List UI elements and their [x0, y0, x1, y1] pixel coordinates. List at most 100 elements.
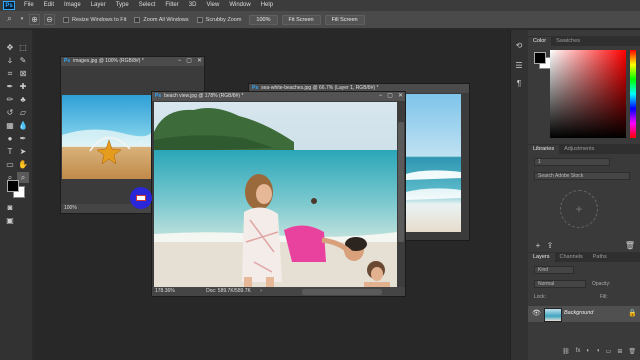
- menu-type[interactable]: Type: [111, 0, 134, 11]
- tab-paths[interactable]: Paths: [588, 253, 612, 262]
- add-content-icon[interactable]: +: [560, 190, 598, 228]
- scrubby-zoom-checkbox[interactable]: [196, 16, 203, 23]
- rectangle-tool-icon[interactable]: ▭: [4, 159, 16, 170]
- menu-layer[interactable]: Layer: [86, 0, 111, 11]
- close-icon[interactable]: ✕: [398, 92, 403, 101]
- menu-select[interactable]: Select: [134, 0, 161, 11]
- quick-select-tool-icon[interactable]: ✎: [17, 55, 29, 66]
- menu-3d[interactable]: 3D: [184, 0, 202, 11]
- waves-image: [406, 94, 461, 232]
- properties-panel-icon[interactable]: ☰: [513, 60, 525, 71]
- gradient-tool-icon[interactable]: ▦: [4, 120, 16, 131]
- zoom-100-button[interactable]: 100%: [249, 14, 278, 25]
- scrubby-zoom-option[interactable]: Scrubby Zoom: [196, 16, 241, 23]
- healing-brush-tool-icon[interactable]: ✚: [17, 81, 29, 92]
- panel-icon-strip: ⟲ ☰ ¶: [510, 30, 529, 360]
- clone-stamp-tool-icon[interactable]: ♣: [17, 94, 29, 105]
- status-menu-icon[interactable]: ›: [260, 288, 262, 294]
- history-panel-icon[interactable]: ⟲: [513, 40, 525, 51]
- upload-icon[interactable]: ⇪: [544, 240, 556, 251]
- stock-search-input[interactable]: Search Adobe Stock: [534, 172, 630, 180]
- photoshop-logo: Ps: [3, 1, 15, 10]
- brush-tool-icon[interactable]: ✏: [4, 94, 16, 105]
- layer-name: Background: [564, 310, 594, 316]
- trash-icon[interactable]: 🗑: [624, 240, 636, 251]
- document-window-beach-view[interactable]: Ps beach view.jpg @ 178% (RGB/8#) * − ▢ ✕: [151, 91, 406, 297]
- pen-tool-icon[interactable]: ✒: [17, 133, 29, 144]
- add-library-icon[interactable]: +: [532, 240, 544, 251]
- move-tool-icon[interactable]: ✥: [4, 42, 16, 53]
- foreground-color-swatch[interactable]: [7, 180, 19, 192]
- history-brush-tool-icon[interactable]: ↺: [4, 107, 16, 118]
- blur-tool-icon[interactable]: 💧: [17, 120, 29, 131]
- zoom-all-windows-option[interactable]: Zoom All Windows: [134, 16, 189, 23]
- new-layer-icon[interactable]: ⊞: [617, 348, 622, 360]
- layers-footer: ⛓ fx ◐ ◑ ▭ ⊞ 🗑: [528, 348, 640, 360]
- foreground-color-chip[interactable]: [534, 52, 546, 64]
- tab-layers[interactable]: Layers: [528, 253, 555, 262]
- marquee-tool-icon[interactable]: ⬚: [17, 42, 29, 53]
- folder-icon[interactable]: ▭: [606, 348, 612, 360]
- libraries-panel-tabs: Libraries Adjustments: [528, 144, 640, 154]
- zoom-all-windows-label: Zoom All Windows: [143, 16, 189, 23]
- fit-screen-button[interactable]: Fit Screen: [281, 14, 321, 25]
- quick-mask-icon[interactable]: ◙: [4, 202, 16, 213]
- frame-tool-icon[interactable]: ⊠: [17, 68, 29, 79]
- maximize-icon[interactable]: ▢: [387, 92, 393, 101]
- menu-help[interactable]: Help: [256, 0, 278, 11]
- menu-image[interactable]: Image: [59, 0, 86, 11]
- library-select[interactable]: 1: [534, 158, 610, 166]
- paragraph-panel-icon[interactable]: ¶: [513, 78, 525, 89]
- blend-mode-select[interactable]: Normal: [534, 280, 586, 288]
- screen-mode-icon[interactable]: ▣: [4, 215, 16, 226]
- tab-libraries[interactable]: Libraries: [528, 145, 560, 154]
- adjustment-icon[interactable]: ◑: [596, 348, 600, 360]
- menu-window[interactable]: Window: [224, 0, 255, 11]
- eyedropper-tool-icon[interactable]: ✒: [4, 81, 16, 92]
- menu-filter[interactable]: Filter: [160, 0, 183, 11]
- color-picker-field[interactable]: [550, 50, 626, 138]
- document-tab-beach-view[interactable]: Ps beach view.jpg @ 178% (RGB/8#) *: [152, 92, 405, 101]
- tab-swatches[interactable]: Swatches: [551, 37, 585, 46]
- zoom-in-icon[interactable]: ⊕: [29, 14, 40, 25]
- delete-layer-icon[interactable]: 🗑: [628, 348, 636, 360]
- hand-tool-icon[interactable]: ✋: [17, 159, 29, 170]
- menu-file[interactable]: File: [19, 0, 39, 11]
- zoom-all-windows-checkbox[interactable]: [134, 16, 141, 23]
- maximize-icon[interactable]: ▢: [186, 57, 192, 66]
- fx-icon[interactable]: fx: [576, 348, 581, 360]
- resize-windows-checkbox[interactable]: [63, 16, 69, 23]
- horizontal-scroll-thumb[interactable]: [302, 289, 382, 295]
- fill-screen-button[interactable]: Fill Screen: [324, 14, 365, 25]
- zoom-out-icon[interactable]: ⊖: [44, 14, 55, 25]
- visibility-eye-icon[interactable]: 👁: [532, 309, 541, 317]
- path-select-tool-icon[interactable]: ➤: [17, 146, 29, 157]
- crop-tool-icon[interactable]: ⌗: [4, 68, 16, 79]
- tab-channels[interactable]: Channels: [555, 253, 588, 262]
- link-icon[interactable]: ⛓: [562, 348, 570, 360]
- minimize-icon[interactable]: −: [178, 57, 182, 66]
- options-bar: ⌕ ▾ ⊕ ⊖ Resize Windows to Fit Zoom All W…: [0, 11, 640, 29]
- vertical-scrollbar[interactable]: [397, 102, 405, 288]
- eraser-tool-icon[interactable]: ▱: [17, 107, 29, 118]
- window-controls: − ▢ ✕: [178, 57, 202, 66]
- menu-view[interactable]: View: [201, 0, 224, 11]
- layers-panel-tabs: Layers Channels Paths: [528, 252, 640, 262]
- close-icon[interactable]: ✕: [197, 57, 202, 66]
- magnifier-icon[interactable]: ⌕: [4, 14, 15, 25]
- hue-slider[interactable]: [630, 50, 636, 138]
- scroll-thumb[interactable]: [398, 122, 404, 242]
- tab-color[interactable]: Color: [528, 37, 552, 46]
- type-tool-icon[interactable]: T: [4, 146, 16, 157]
- dodge-tool-icon[interactable]: ●: [4, 133, 16, 144]
- tab-adjustments[interactable]: Adjustments: [559, 145, 599, 154]
- minimize-icon[interactable]: −: [379, 92, 383, 101]
- lasso-tool-icon[interactable]: ↆ: [4, 55, 16, 66]
- mask-icon[interactable]: ◐: [586, 348, 590, 360]
- resize-windows-option[interactable]: Resize Windows to Fit: [63, 16, 126, 23]
- layer-filter-kind[interactable]: Kind: [534, 266, 574, 274]
- menu-edit[interactable]: Edit: [39, 0, 59, 11]
- chevron-down-icon[interactable]: ▾: [19, 14, 25, 25]
- layer-row-background[interactable]: 👁 Background 🔒: [528, 306, 640, 322]
- cursor-highlight: [130, 187, 152, 209]
